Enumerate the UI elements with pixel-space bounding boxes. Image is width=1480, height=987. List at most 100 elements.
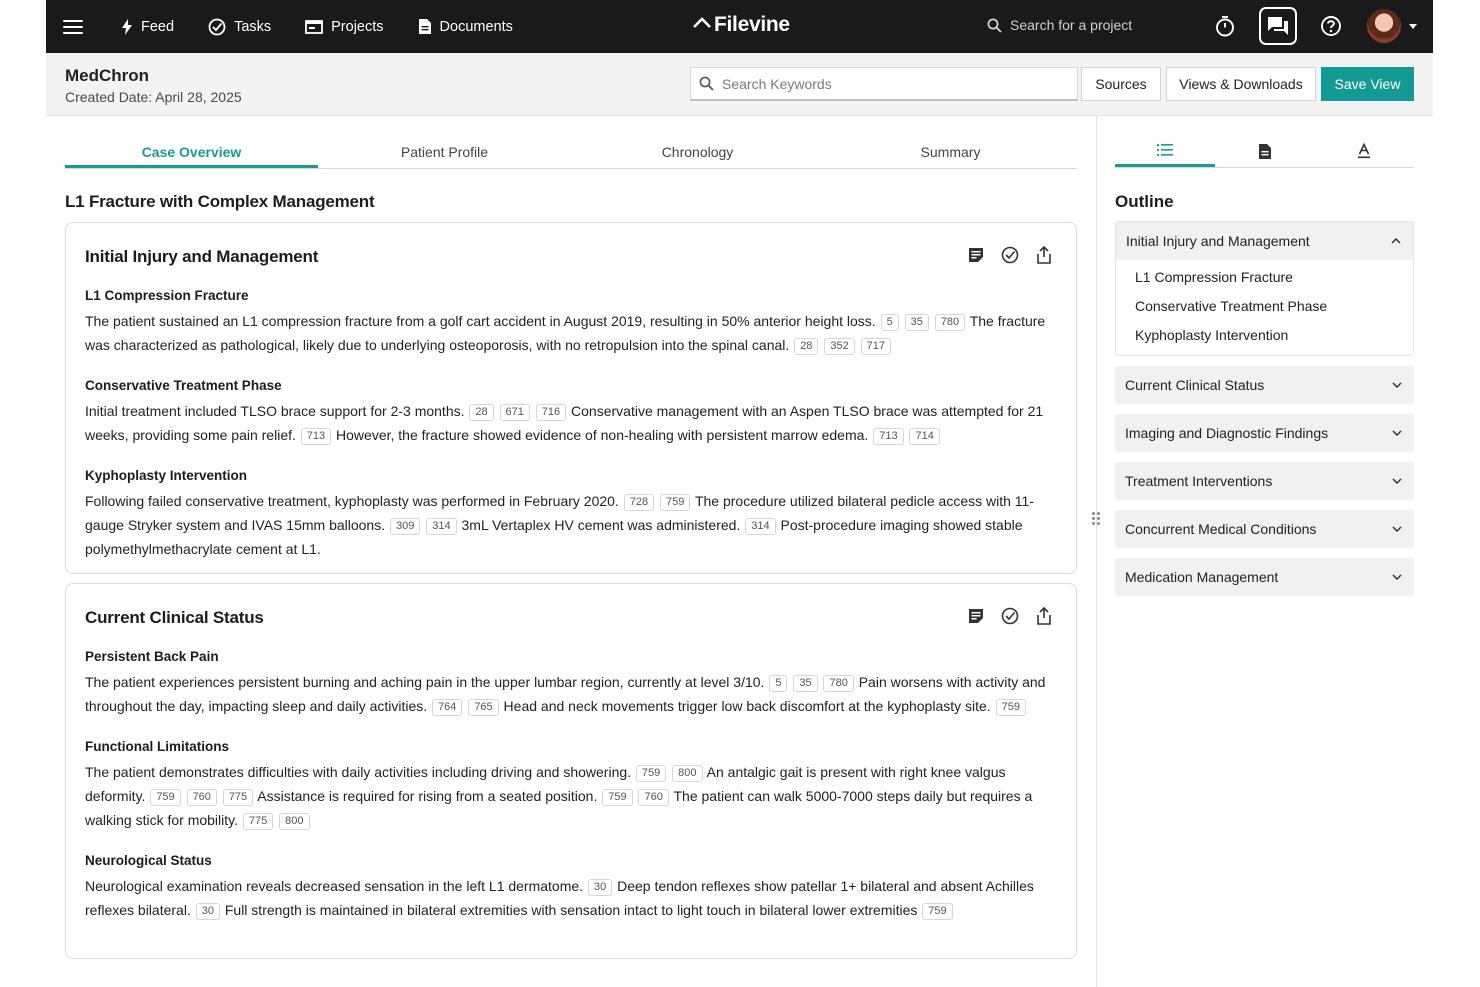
projects-icon [305,19,324,34]
outline-section-concurrent[interactable]: Concurrent Medical Conditions [1115,510,1414,548]
citation-badge[interactable]: 35 [904,314,929,331]
citation-badge[interactable]: 759 [602,789,633,806]
note-icon[interactable] [966,245,986,265]
resize-handle[interactable] [1092,512,1100,525]
created-date: Created Date: April 28, 2025 [65,89,242,105]
note-icon[interactable] [966,606,986,626]
citation-badge[interactable]: 717 [860,338,891,355]
text-run: Assistance is required for rising from a… [254,788,602,804]
tab-patient-profile[interactable]: Patient Profile [318,136,571,168]
timer-button[interactable] [1206,7,1244,45]
menu-icon[interactable] [63,19,83,34]
section-title: Persistent Back Pain [85,649,219,664]
citation-badge[interactable]: 780 [934,314,966,331]
citation-badge[interactable]: 314 [745,518,776,535]
citation-badge[interactable]: 800 [672,765,703,782]
citation-badge[interactable]: 759 [150,789,181,806]
outline-item[interactable]: Conservative Treatment Phase [1135,295,1413,324]
keyword-search[interactable] [690,67,1078,101]
section-text: The patient sustained an L1 compression … [85,309,1057,357]
nav-tasks-label: Tasks [234,18,272,35]
citation-badge[interactable]: 780 [823,675,854,692]
citation-badge[interactable]: 713 [300,428,332,445]
chevron-down-icon[interactable] [1409,23,1417,29]
brand-name: Filevine [714,13,790,36]
citation-badge[interactable]: 28 [469,404,494,421]
citation-badge[interactable]: 714 [909,428,940,445]
outline-section-imaging[interactable]: Imaging and Diagnostic Findings [1115,414,1414,452]
citation-badge[interactable]: 314 [426,518,457,535]
outline-item[interactable]: Kyphoplasty Intervention [1135,324,1413,353]
citation-badge[interactable]: 728 [623,494,655,511]
logo-chevron-icon [693,17,711,28]
tab-chronology[interactable]: Chronology [571,136,824,168]
citation-badge[interactable]: 30 [587,879,613,896]
citation-badge[interactable]: 800 [279,813,310,830]
outline-section-items: L1 Compression Fracture Conservative Tre… [1116,260,1413,355]
nav-tasks[interactable]: Tasks [208,18,271,36]
share-icon[interactable] [1034,606,1054,626]
outline-section-label: Initial Injury and Management [1126,233,1310,249]
citation-badge[interactable]: 28 [794,338,819,355]
views-downloads-button[interactable]: Views & Downloads [1166,67,1316,101]
citation-badge[interactable]: 759 [922,903,953,920]
citation-badge[interactable]: 35 [793,675,818,692]
outline-section-label: Concurrent Medical Conditions [1125,521,1317,537]
keyword-search-input[interactable] [722,75,1052,92]
search-icon [987,18,1002,33]
outline-section-medication[interactable]: Medication Management [1115,558,1414,596]
bolt-icon [122,18,132,35]
citation-badge[interactable]: 759 [995,699,1026,716]
document-icon [418,19,431,34]
citation-badge[interactable]: 671 [499,404,530,421]
nav-projects[interactable]: Projects [305,19,384,35]
citation-badge[interactable]: 775 [242,813,274,830]
list-icon [1156,144,1173,156]
sources-button[interactable]: Sources [1081,67,1161,101]
citation-badge[interactable]: 716 [535,404,567,421]
citation-badge[interactable]: 775 [222,789,254,806]
chevron-down-icon [1392,574,1402,580]
section-text: Following failed conservative treatment,… [85,489,1057,561]
citation-badge[interactable]: 5 [880,314,899,331]
citation-badge[interactable]: 352 [824,338,855,355]
project-search[interactable]: Search for a project [987,17,1132,33]
nav-feed[interactable]: Feed [121,18,174,35]
outline-section-current-status[interactable]: Current Clinical Status [1115,366,1414,404]
tab-summary[interactable]: Summary [824,136,1077,168]
section-text: Neurological examination reveals decreas… [85,874,1057,922]
citation-badge[interactable]: 309 [390,518,421,535]
main-content: Case Overview Patient Profile Chronology… [46,116,1096,987]
project-search-placeholder: Search for a project [1010,17,1133,33]
citation-badge[interactable]: 713 [873,428,904,445]
tab-document[interactable] [1215,141,1315,167]
help-button[interactable] [1312,7,1350,45]
citation-badge[interactable]: 760 [186,789,217,806]
chat-button[interactable] [1259,7,1297,45]
brand-logo[interactable]: Filevine [692,13,790,37]
outline-section-treatment[interactable]: Treatment Interventions [1115,462,1414,500]
outline-item[interactable]: L1 Compression Fracture [1135,266,1413,295]
tab-case-overview[interactable]: Case Overview [65,136,318,168]
check-circle-icon [208,18,226,35]
citation-badge[interactable]: 759 [635,765,667,782]
user-avatar[interactable] [1367,9,1401,43]
text-run: The patient sustained an L1 compression … [85,313,880,329]
save-view-button[interactable]: Save View [1321,67,1414,101]
citation-badge[interactable]: 759 [659,494,691,511]
sidebar-tab-bar [1115,141,1414,168]
tab-text-format[interactable] [1314,141,1414,167]
citation-badge[interactable]: 764 [432,699,463,716]
check-circle-icon[interactable] [1000,606,1020,626]
text-run: Initial treatment included TLSO brace su… [85,403,469,419]
citation-badge[interactable]: 5 [769,675,788,692]
citation-badge[interactable]: 30 [195,903,220,920]
citation-badge[interactable]: 760 [638,789,669,806]
share-icon[interactable] [1034,245,1054,265]
citation-badge[interactable]: 765 [468,699,499,716]
project-header: MedChron Created Date: April 28, 2025 So… [46,53,1433,116]
outline-section-header[interactable]: Initial Injury and Management [1116,222,1413,260]
check-circle-icon[interactable] [1000,245,1020,265]
nav-documents[interactable]: Documents [418,18,513,35]
tab-outline[interactable] [1115,141,1215,167]
